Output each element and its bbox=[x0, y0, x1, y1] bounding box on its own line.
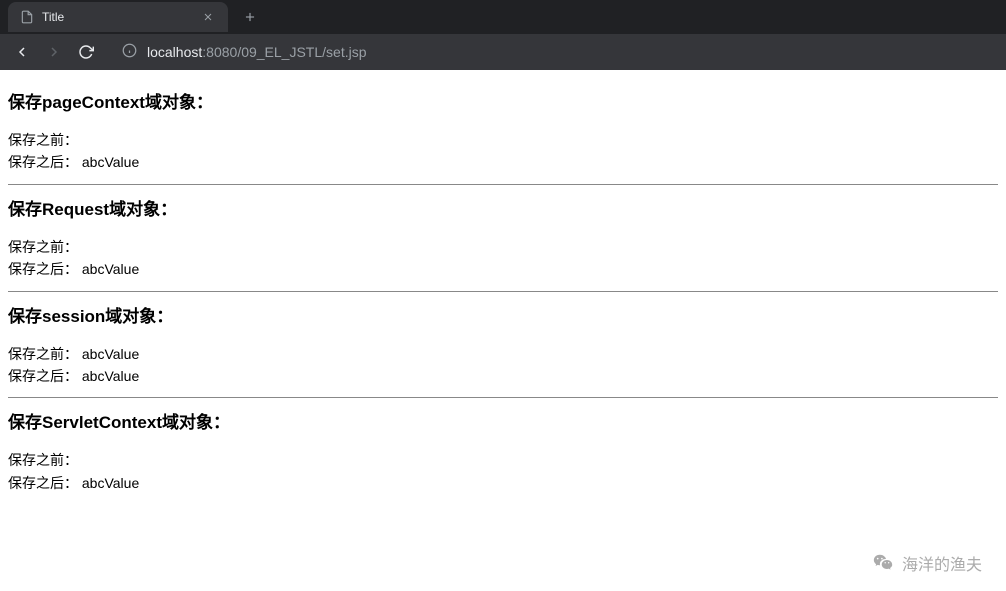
watermark-text: 海洋的渔夫 bbox=[902, 551, 982, 575]
section-heading: 保存Request域对象： bbox=[8, 195, 998, 220]
watermark: 海洋的渔夫 bbox=[872, 551, 982, 575]
after-row: 保存之后： abcValue bbox=[8, 365, 998, 387]
close-icon[interactable] bbox=[200, 9, 216, 25]
url-text: localhost:8080/09_EL_JSTL/set.jsp bbox=[147, 44, 367, 60]
after-label: 保存之后： bbox=[8, 368, 78, 384]
reload-button[interactable] bbox=[72, 38, 100, 66]
divider bbox=[8, 397, 998, 398]
before-row: 保存之前： bbox=[8, 236, 998, 258]
address-bar[interactable]: localhost:8080/09_EL_JSTL/set.jsp bbox=[110, 38, 998, 66]
back-button[interactable] bbox=[8, 38, 36, 66]
section-heading: 保存ServletContext域对象： bbox=[8, 408, 998, 433]
before-row: 保存之前： bbox=[8, 449, 998, 471]
before-row: 保存之前： abcValue bbox=[8, 343, 998, 365]
after-row: 保存之后： abcValue bbox=[8, 472, 998, 494]
section-page-context: 保存pageContext域对象： 保存之前： 保存之后： abcValue bbox=[8, 88, 998, 174]
divider bbox=[8, 184, 998, 185]
after-value: abcValue bbox=[82, 368, 139, 384]
after-label: 保存之后： bbox=[8, 475, 78, 491]
forward-button[interactable] bbox=[40, 38, 68, 66]
section-heading: 保存pageContext域对象： bbox=[8, 88, 998, 113]
browser-tab[interactable]: Title bbox=[8, 2, 228, 32]
after-row: 保存之后： abcValue bbox=[8, 151, 998, 173]
before-row: 保存之前： bbox=[8, 129, 998, 151]
tab-title: Title bbox=[42, 10, 192, 24]
tab-bar: Title bbox=[0, 0, 1006, 34]
before-label: 保存之前： bbox=[8, 132, 78, 148]
page-content: 保存pageContext域对象： 保存之前： 保存之后： abcValue 保… bbox=[0, 70, 1006, 506]
section-request: 保存Request域对象： 保存之前： 保存之后： abcValue bbox=[8, 195, 998, 281]
after-value: abcValue bbox=[82, 475, 139, 491]
browser-toolbar: localhost:8080/09_EL_JSTL/set.jsp bbox=[0, 34, 1006, 70]
section-session: 保存session域对象： 保存之前： abcValue 保存之后： abcVa… bbox=[8, 302, 998, 388]
after-label: 保存之后： bbox=[8, 154, 78, 170]
before-label: 保存之前： bbox=[8, 346, 78, 362]
after-row: 保存之后： abcValue bbox=[8, 258, 998, 280]
before-label: 保存之前： bbox=[8, 452, 78, 468]
url-port: :8080 bbox=[202, 44, 237, 60]
after-label: 保存之后： bbox=[8, 261, 78, 277]
new-tab-button[interactable] bbox=[236, 3, 264, 31]
page-icon bbox=[20, 10, 34, 24]
after-value: abcValue bbox=[82, 261, 139, 277]
section-heading: 保存session域对象： bbox=[8, 302, 998, 327]
wechat-icon bbox=[872, 552, 894, 574]
divider bbox=[8, 291, 998, 292]
section-servlet-context: 保存ServletContext域对象： 保存之前： 保存之后： abcValu… bbox=[8, 408, 998, 494]
before-value: abcValue bbox=[82, 346, 139, 362]
url-host: localhost bbox=[147, 44, 202, 60]
before-label: 保存之前： bbox=[8, 239, 78, 255]
browser-chrome: Title bbox=[0, 0, 1006, 70]
after-value: abcValue bbox=[82, 154, 139, 170]
info-icon[interactable] bbox=[122, 43, 137, 61]
url-path: /09_EL_JSTL/set.jsp bbox=[237, 44, 366, 60]
